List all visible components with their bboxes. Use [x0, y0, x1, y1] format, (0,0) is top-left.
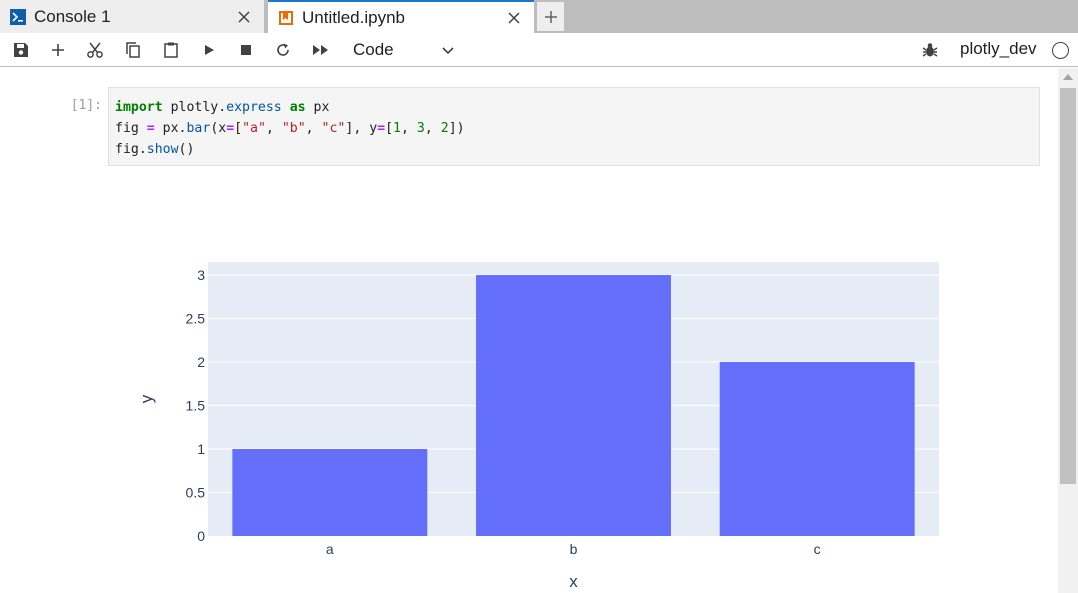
scroll-up-arrow-icon[interactable]	[1063, 74, 1073, 80]
x-axis-label: x	[569, 572, 578, 591]
x-tick-label: c	[814, 541, 821, 557]
y-tick-label: 0	[197, 528, 205, 544]
y-tick-label: 2.5	[186, 311, 206, 327]
scrollbar-thumb[interactable]	[1060, 88, 1076, 484]
y-tick-label: 0.5	[186, 485, 206, 501]
bar-b	[476, 275, 671, 536]
y-axis-label: y	[137, 394, 156, 403]
bar-c	[719, 362, 915, 536]
bar-a	[232, 449, 428, 536]
y-tick-label: 1	[197, 441, 205, 457]
y-tick-label: 2	[197, 354, 205, 370]
x-tick-label: b	[570, 541, 578, 557]
y-tick-label: 3	[197, 267, 205, 283]
y-tick-label: 1.5	[186, 398, 206, 414]
bar-chart: 0 0.5 1 1.5 2 2.5 3 a b c x y	[137, 262, 939, 591]
x-tick-label: a	[326, 541, 334, 557]
